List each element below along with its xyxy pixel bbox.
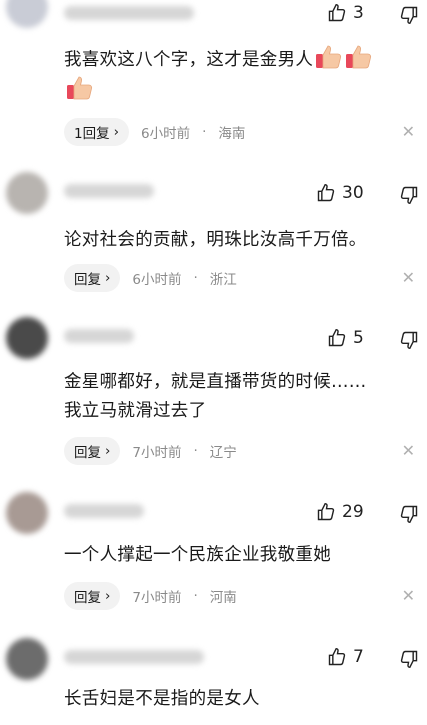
reply-button[interactable]: 1回复 ›: [64, 118, 129, 146]
location: 辽宁: [209, 445, 237, 461]
thumbs-up-icon: [317, 183, 335, 202]
dislike-button[interactable]: [399, 185, 419, 209]
dislike-button[interactable]: [399, 5, 419, 29]
reply-label: 回复: [74, 445, 101, 461]
comment-text: 论对社会的贡献，明珠比汝高千万倍。: [64, 226, 407, 255]
username-blurred[interactable]: [64, 184, 154, 198]
comment-meta: 回复 › 7小时前 · 河南: [64, 582, 237, 610]
reply-button[interactable]: 回复 ›: [64, 264, 121, 292]
thumbs-down-icon: [400, 6, 418, 25]
like-button[interactable]: 5: [327, 328, 364, 348]
thumbs-up-icon: [328, 328, 346, 347]
like-button[interactable]: 29: [316, 502, 364, 522]
comment-line: 长舌妇是不是指的是女人: [64, 689, 260, 709]
like-count: 7: [353, 647, 364, 667]
avatar[interactable]: [6, 492, 48, 534]
dislike-button[interactable]: [399, 330, 419, 354]
comment-line: 我喜欢这八个字，这才是金男人: [64, 50, 314, 70]
separator: ·: [193, 443, 198, 459]
like-count: 3: [353, 3, 364, 23]
comment-text: 金星哪都好，就是直播带货的时候…… 我立马就滑过去了: [64, 368, 407, 426]
chevron-right-icon: ›: [105, 588, 111, 604]
comment-meta: 1回复 › 6小时前 · 海南: [64, 118, 245, 146]
timestamp: 7小时前: [132, 590, 182, 606]
thumbs-down-icon: [400, 505, 418, 524]
thumbs-up-emoji: [316, 45, 342, 69]
username-blurred[interactable]: [64, 650, 204, 664]
username-blurred[interactable]: [64, 504, 144, 518]
separator: ·: [202, 124, 207, 140]
comment-line: 一个人撑起一个民族企业我敬重她: [64, 545, 331, 565]
close-icon[interactable]: ✕: [402, 122, 415, 141]
location: 浙江: [209, 272, 237, 288]
close-icon[interactable]: ✕: [402, 441, 415, 460]
dislike-button[interactable]: [399, 504, 419, 528]
thumbs-up-emoji: [346, 45, 372, 69]
thumbs-up-icon: [317, 502, 335, 521]
like-button[interactable]: 3: [327, 3, 364, 23]
timestamp: 6小时前: [141, 126, 191, 142]
timestamp: 6小时前: [132, 272, 182, 288]
comment-line: 金星哪都好，就是直播带货的时候……: [64, 372, 367, 392]
comment-text: 长舌妇是不是指的是女人: [64, 685, 407, 714]
reply-label: 1回复: [74, 126, 110, 142]
comment-meta: 回复 › 6小时前 · 浙江: [64, 264, 237, 292]
separator: ·: [193, 270, 198, 286]
chevron-right-icon: ›: [105, 270, 111, 286]
like-count: 30: [342, 183, 364, 203]
chevron-right-icon: ›: [113, 124, 119, 140]
location: 海南: [218, 126, 246, 142]
thumbs-up-icon: [328, 647, 346, 666]
comment-line: 论对社会的贡献，明珠比汝高千万倍。: [64, 230, 367, 250]
like-button[interactable]: 7: [327, 647, 364, 667]
avatar[interactable]: [6, 0, 48, 28]
avatar[interactable]: [6, 638, 48, 680]
comment-line: 我立马就滑过去了: [64, 401, 207, 421]
username-blurred[interactable]: [64, 6, 194, 20]
timestamp: 7小时前: [132, 445, 182, 461]
comment-meta: 回复 › 7小时前 · 辽宁: [64, 437, 237, 465]
reply-button[interactable]: 回复 ›: [64, 582, 121, 610]
reply-label: 回复: [74, 272, 101, 288]
thumbs-up-emoji: [67, 76, 93, 100]
close-icon[interactable]: ✕: [402, 586, 415, 605]
comment-text: 我喜欢这八个字，这才是金男人: [64, 44, 407, 106]
avatar[interactable]: [6, 172, 48, 214]
username-blurred[interactable]: [64, 329, 134, 343]
thumbs-down-icon: [400, 331, 418, 350]
location: 河南: [209, 590, 237, 606]
thumbs-down-icon: [400, 650, 418, 669]
thumbs-down-icon: [400, 186, 418, 205]
dislike-button[interactable]: [399, 649, 419, 673]
reply-label: 回复: [74, 590, 101, 606]
like-count: 5: [353, 328, 364, 348]
chevron-right-icon: ›: [105, 443, 111, 459]
close-icon[interactable]: ✕: [402, 268, 415, 287]
avatar[interactable]: [6, 317, 48, 359]
comment-text: 一个人撑起一个民族企业我敬重她: [64, 541, 407, 570]
separator: ·: [193, 588, 198, 604]
like-count: 29: [342, 502, 364, 522]
thumbs-up-icon: [328, 3, 346, 22]
reply-button[interactable]: 回复 ›: [64, 437, 121, 465]
like-button[interactable]: 30: [316, 183, 364, 203]
